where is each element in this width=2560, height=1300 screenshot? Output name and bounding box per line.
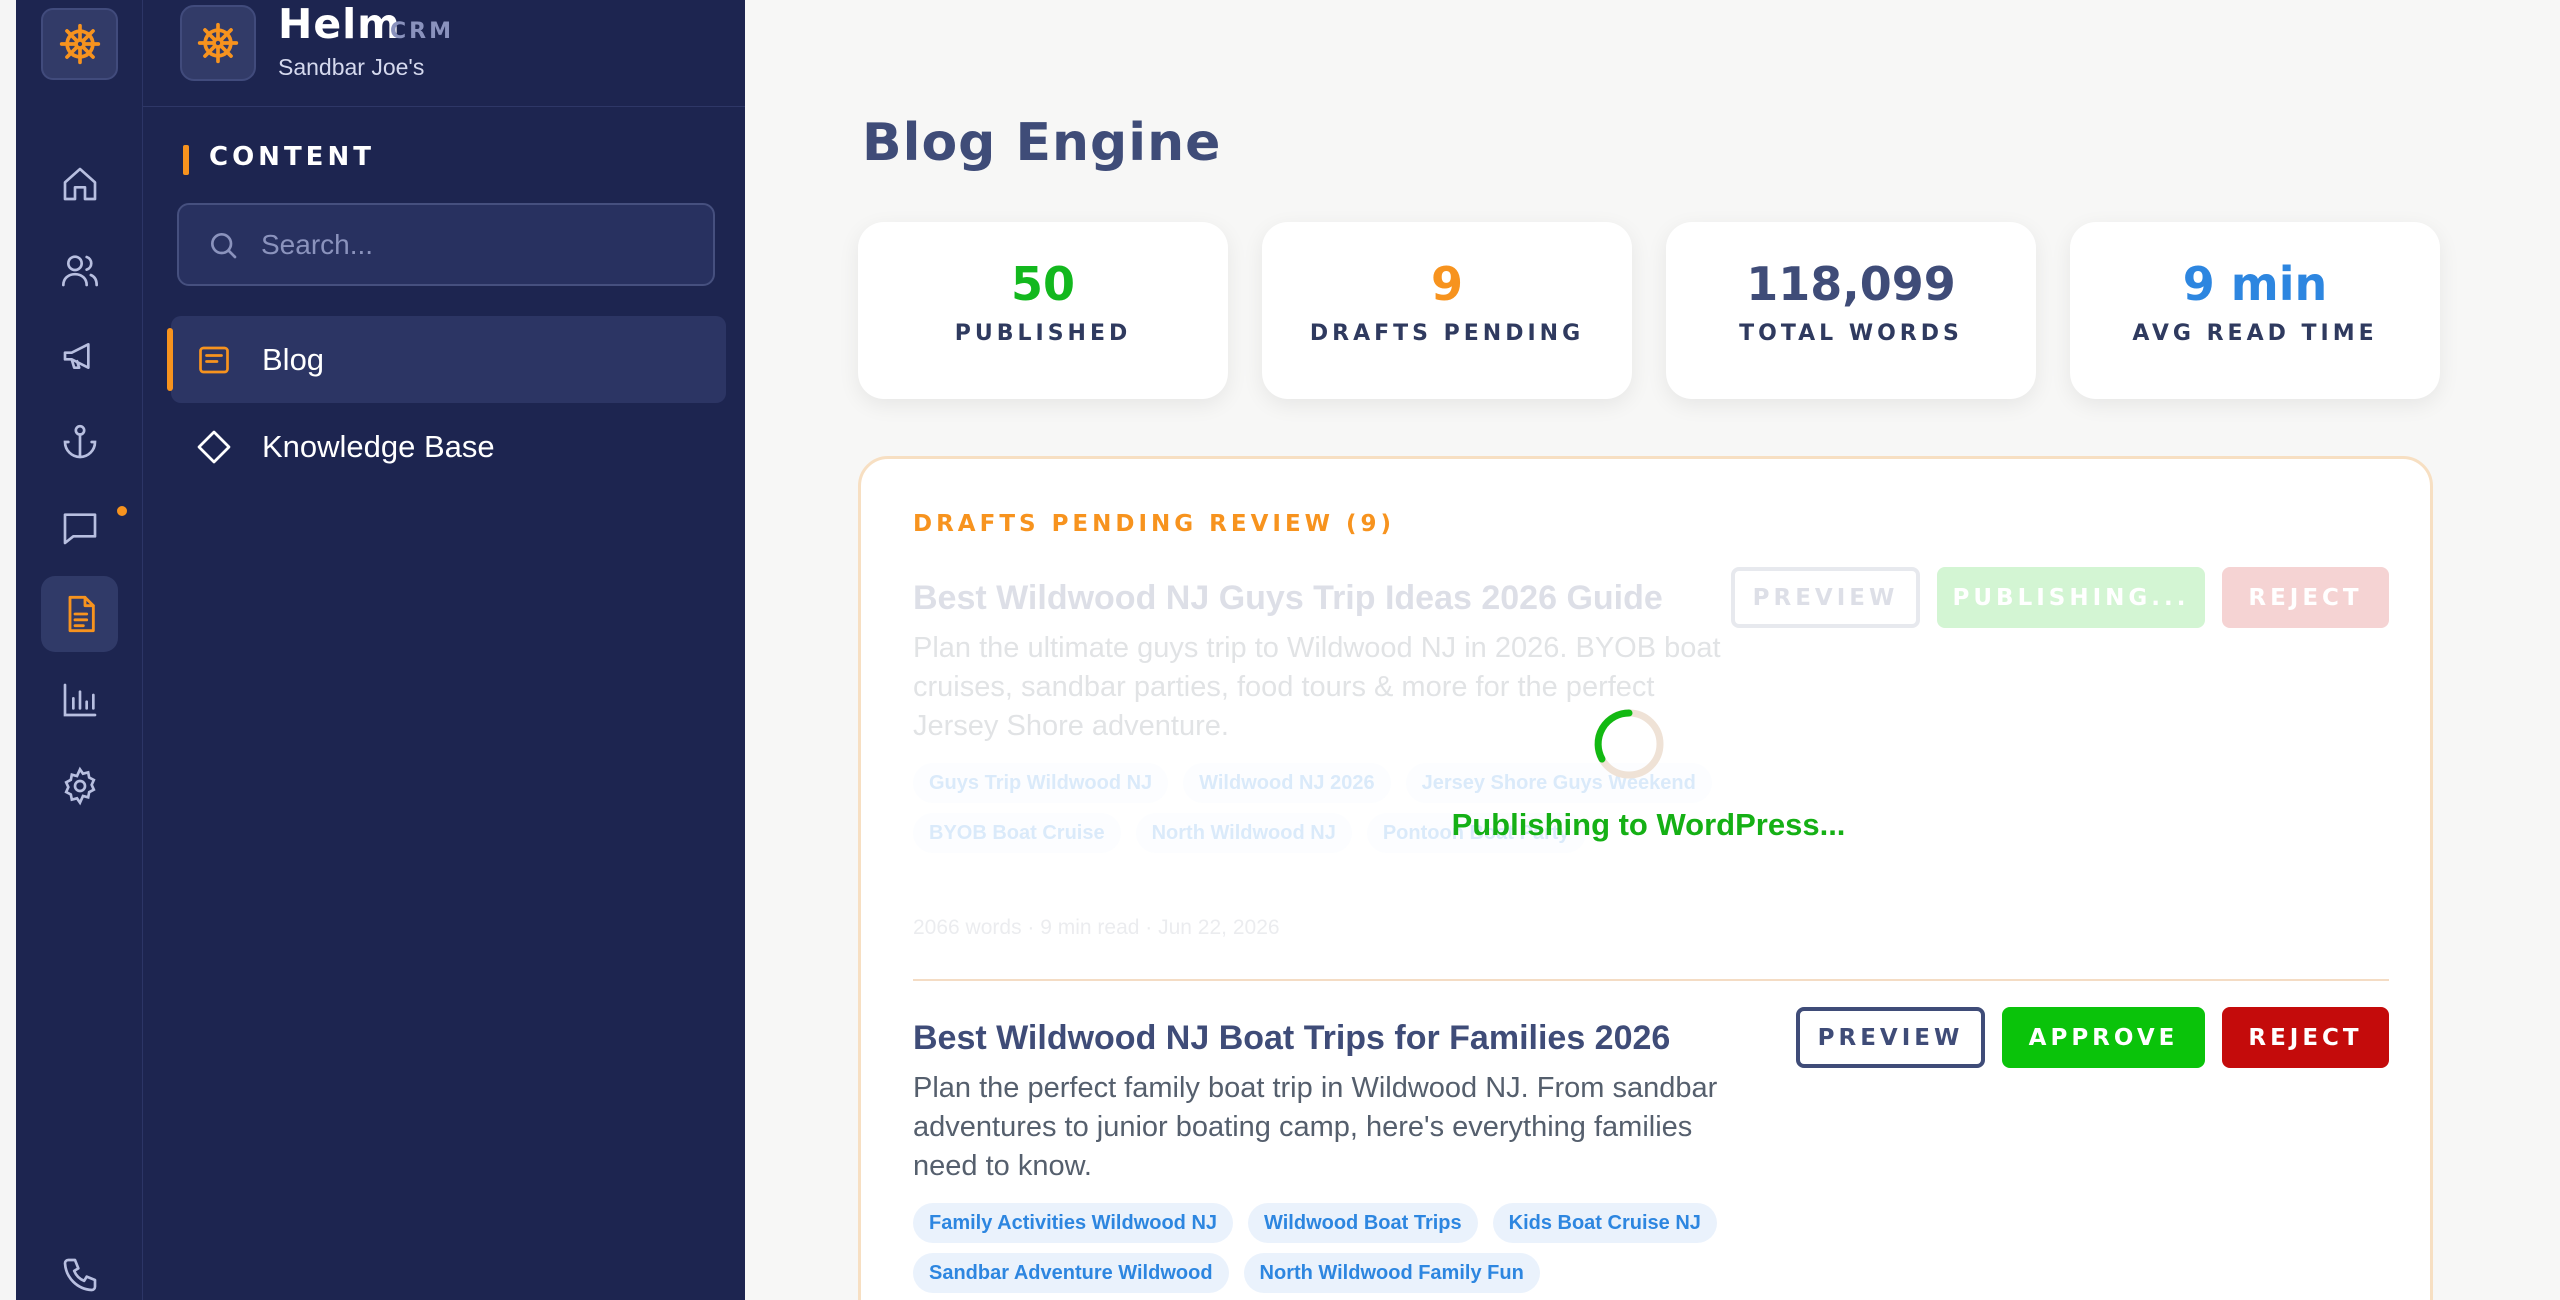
stat-value: 9 <box>1430 257 1463 311</box>
post-tags: Family Activities Wildwood NJ Wildwood B… <box>913 1203 1773 1293</box>
brand-subtitle: Sandbar Joe's <box>278 54 425 80</box>
rail-home[interactable] <box>41 146 118 222</box>
reject-button[interactable]: REJECT <box>2222 567 2389 628</box>
search-input[interactable] <box>261 228 681 261</box>
post-divider <box>913 979 2389 981</box>
post-description: Plan the perfect family boat trip in Wil… <box>913 1072 1718 1182</box>
stat-label: TOTAL WORDS <box>1739 321 1963 346</box>
preview-button[interactable]: PREVIEW <box>1731 567 1920 628</box>
reject-button[interactable]: REJECT <box>2222 1007 2389 1068</box>
stat-value: 50 <box>1010 257 1075 311</box>
users-icon <box>61 255 98 287</box>
search-icon <box>211 232 237 258</box>
tag: Kids Boat Cruise NJ <box>1492 1203 1717 1243</box>
ship-wheel-icon <box>59 23 100 65</box>
drafts-heading: DRAFTS PENDING REVIEW (9) <box>913 511 1396 537</box>
rail-analytics[interactable] <box>41 662 118 738</box>
brand-tag: CRM <box>390 19 454 44</box>
stat-card-published: 50 PUBLISHED <box>858 222 1228 399</box>
tag: North Wildwood Family Fun <box>1243 1253 1540 1293</box>
main-content: Blog Engine 50 PUBLISHED 9 DRAFTS PENDIN… <box>745 0 2560 1300</box>
rail-settings[interactable] <box>41 748 118 824</box>
rail-phone[interactable] <box>41 1237 118 1300</box>
section-label: CONTENT <box>209 142 375 172</box>
stat-value: 9 min <box>2182 257 2328 311</box>
post-meta: 2066 words · 9 min read · Jun 22, 2026 <box>913 916 1280 939</box>
post-actions: PREVIEW PUBLISHING... REJECT <box>1731 567 2389 628</box>
stat-label: DRAFTS PENDING <box>1309 321 1585 346</box>
post-title[interactable]: Best Wildwood NJ Boat Trips for Families… <box>913 1019 1670 1058</box>
tag: Sandbar Adventure Wildwood <box>913 1253 1229 1293</box>
brand-header: Helm CRM Sandbar Joe's <box>143 0 745 107</box>
helm-logo[interactable] <box>41 8 118 80</box>
bar-chart-icon <box>63 683 96 717</box>
icon-rail <box>16 0 143 1300</box>
drafts-review-card: DRAFTS PENDING REVIEW (9) Best Wildwood … <box>858 456 2433 1300</box>
rail-content[interactable] <box>41 576 118 652</box>
stat-card-drafts-pending: 9 DRAFTS PENDING <box>1262 222 1632 399</box>
sidebar-item-knowledge-base[interactable]: Knowledge Base <box>171 403 726 490</box>
chat-icon <box>63 513 96 545</box>
brand-name: Helm <box>278 0 401 48</box>
publishing-button[interactable]: PUBLISHING... <box>1937 567 2205 628</box>
sidebar-item-label: Blog <box>262 341 325 377</box>
page-title: Blog Engine <box>862 113 1222 173</box>
anchor-icon <box>63 424 96 459</box>
home-icon <box>63 167 96 201</box>
notification-dot <box>117 506 127 516</box>
rail-campaigns[interactable] <box>41 318 118 394</box>
sidebar-item-label: Knowledge Base <box>262 428 495 464</box>
post-actions: PREVIEW APPROVE REJECT <box>1796 1007 2389 1068</box>
section-marker <box>183 145 189 175</box>
stat-value: 118,099 <box>1746 257 1956 311</box>
tag: Wildwood NJ 2026 <box>1183 763 1391 803</box>
tag: Family Activities Wildwood NJ <box>913 1203 1234 1243</box>
settings-icon <box>63 766 96 806</box>
ship-wheel-icon <box>197 22 239 64</box>
loading-spinner <box>1594 709 1664 779</box>
post-title: Best Wildwood NJ Guys Trip Ideas 2026 Gu… <box>913 579 1663 617</box>
search-box <box>177 203 715 286</box>
diamond-icon <box>197 430 231 463</box>
rail-messages[interactable] <box>41 490 127 566</box>
tag: Guys Trip Wildwood NJ <box>913 763 1169 803</box>
rail-anchor[interactable] <box>41 404 118 480</box>
phone-icon <box>63 1258 96 1292</box>
tag: Wildwood Boat Trips <box>1248 1203 1478 1243</box>
document-icon <box>68 595 95 633</box>
blog-icon <box>199 346 229 373</box>
rail-users[interactable] <box>41 232 118 308</box>
stat-label: PUBLISHED <box>954 321 1132 346</box>
megaphone-icon <box>63 343 90 369</box>
approve-button[interactable]: APPROVE <box>2002 1007 2205 1068</box>
preview-button[interactable]: PREVIEW <box>1796 1007 1985 1068</box>
brand-logo[interactable] <box>180 5 256 81</box>
sidebar-item-blog[interactable]: Blog <box>167 316 726 403</box>
content-sidebar: Helm CRM Sandbar Joe's CONTENT Blog Know… <box>143 0 745 1300</box>
active-indicator <box>167 328 173 391</box>
publishing-status: Publishing to WordPress... <box>1451 807 1846 842</box>
stat-card-total-words: 118,099 TOTAL WORDS <box>1666 222 2036 399</box>
stat-card-avg-read-time: 9 min AVG READ TIME <box>2070 222 2440 399</box>
stat-label: AVG READ TIME <box>2132 321 2378 346</box>
